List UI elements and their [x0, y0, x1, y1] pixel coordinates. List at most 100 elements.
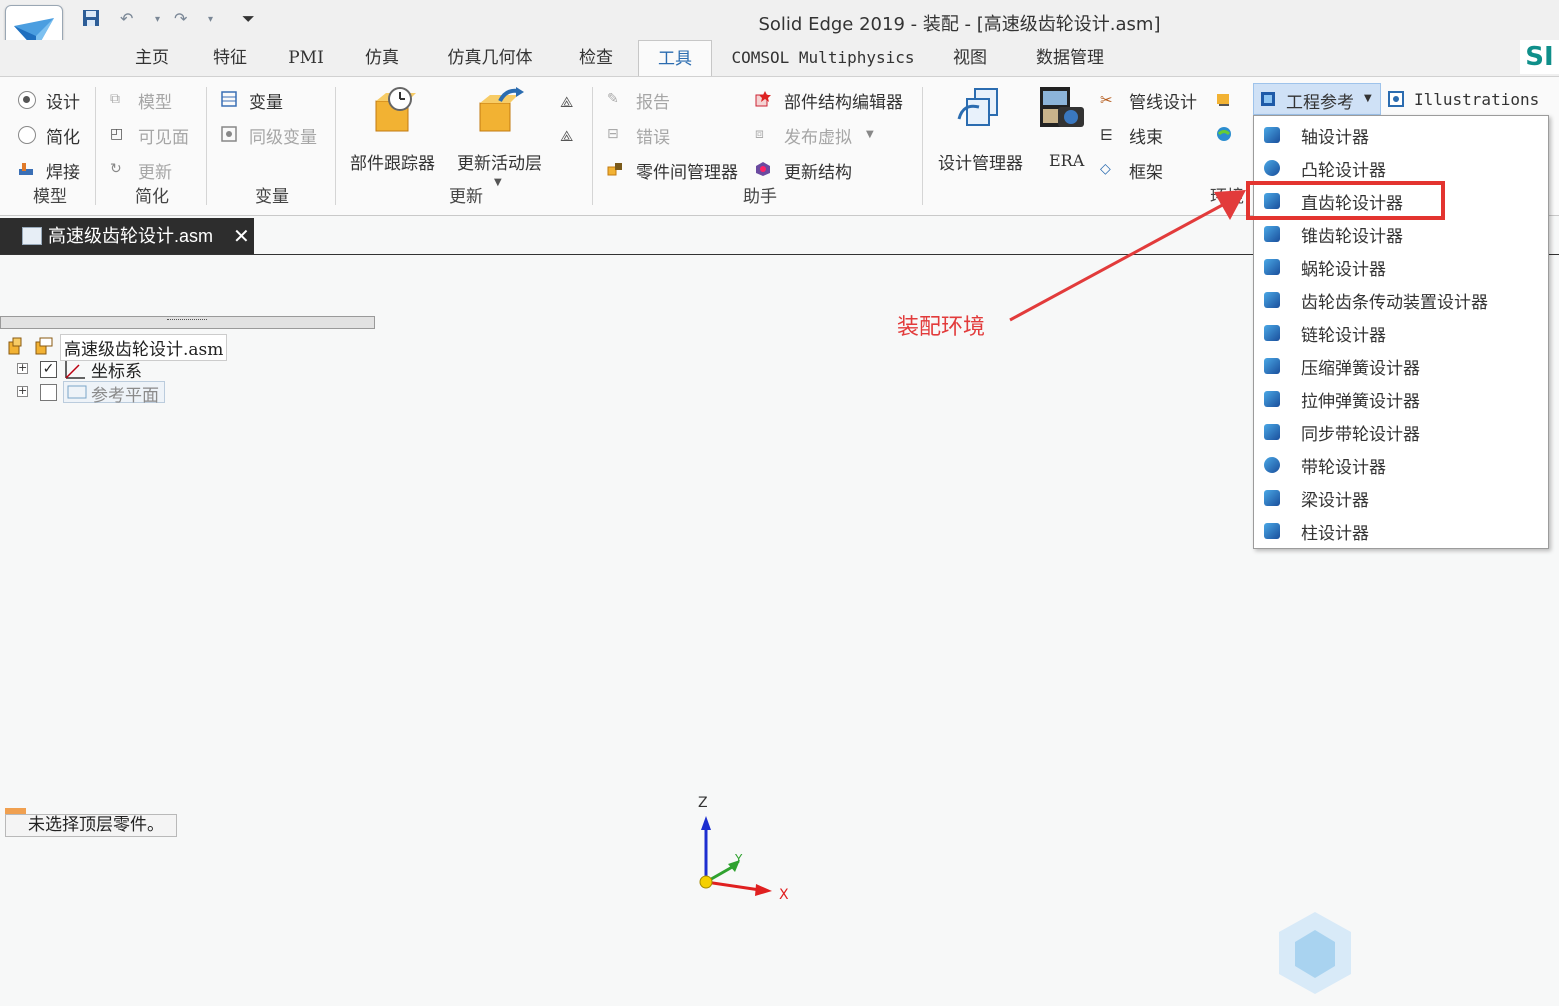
report-icon: ✎ — [607, 91, 619, 107]
menu-item-bevel-gear-designer[interactable]: 锥齿轮设计器 — [1254, 217, 1548, 250]
era-button[interactable]: ERA — [1049, 151, 1084, 170]
inter-part-manager-button[interactable]: 零件间管理器 — [636, 158, 738, 183]
extension-spring-designer-icon — [1264, 391, 1280, 407]
tab-inspect[interactable]: 检查 — [566, 40, 626, 76]
tab-pmi[interactable]: PMI — [278, 40, 334, 76]
pulley-designer-icon — [1264, 457, 1280, 473]
separator — [592, 87, 593, 205]
update-icon: ↻ — [110, 161, 122, 177]
separator — [95, 87, 96, 205]
peer-variables-button[interactable]: 同级变量 — [249, 123, 317, 148]
tab-sim-geometry[interactable]: 仿真几何体 — [430, 40, 550, 76]
save-icon[interactable] — [82, 9, 100, 31]
group-label-assistant: 助手 — [743, 187, 777, 207]
tab-data-management[interactable]: 数据管理 — [1024, 40, 1116, 76]
menu-item-chain-wheel-designer[interactable]: 链轮设计器 — [1254, 316, 1548, 349]
tab-home[interactable]: 主页 — [122, 40, 182, 76]
shaft-designer-icon — [1264, 127, 1280, 143]
menu-item-pulley-designer[interactable]: 带轮设计器 — [1254, 448, 1548, 481]
chain-wheel-designer-icon — [1264, 325, 1280, 341]
chevron-down-icon[interactable]: ▼ — [494, 177, 502, 188]
piping-button[interactable]: 管线设计 — [1129, 88, 1197, 113]
env-small-icon[interactable] — [1216, 91, 1232, 107]
expand-icon[interactable]: + — [17, 385, 28, 397]
report-button[interactable]: 报告 — [636, 88, 670, 113]
expand-icon[interactable]: + — [17, 362, 28, 374]
simplify-label[interactable]: 简化 — [46, 123, 80, 148]
ribbon-tabs: 主页 特征 PMI 仿真 仿真几何体 检查 工具 COMSOL Multiphy… — [0, 40, 1559, 76]
simplify-update-button[interactable]: 更新 — [138, 158, 172, 183]
menu-item-column-designer[interactable]: 柱设计器 — [1254, 514, 1548, 547]
tab-comsol[interactable]: COMSOL Multiphysics — [726, 40, 920, 76]
variables-button[interactable]: 变量 — [249, 88, 283, 113]
design-label[interactable]: 设计 — [46, 88, 80, 113]
pane-splitter[interactable] — [0, 316, 375, 329]
annotation-arrow — [1009, 190, 1246, 322]
undo-icon[interactable]: ↶ — [120, 9, 133, 28]
reference-planes-checkbox[interactable] — [40, 384, 57, 401]
design-radio[interactable] — [18, 91, 36, 109]
triad-y-label: Y — [734, 852, 743, 866]
tab-simulation[interactable]: 仿真 — [352, 40, 412, 76]
menu-item-worm-gear-designer[interactable]: 蜗轮设计器 — [1254, 250, 1548, 283]
simplify-radio[interactable] — [18, 126, 36, 144]
cam-designer-icon — [1264, 160, 1280, 176]
update-active-layer-button[interactable]: 更新活动层 — [457, 149, 542, 174]
illustrations-button[interactable]: Illustrations — [1414, 90, 1539, 109]
inter-part-manager-icon — [607, 161, 623, 177]
env-globe-icon[interactable] — [1216, 126, 1232, 142]
menu-item-compression-spring-designer[interactable]: 压缩弹簧设计器 — [1254, 349, 1548, 382]
update-small-icon[interactable]: ⟁ — [560, 93, 576, 111]
assembly-file-icon — [22, 227, 42, 245]
menu-item-rack-pinion-designer[interactable]: 齿轮齿条传动装置设计器 — [1254, 283, 1548, 316]
menu-item-shaft-designer[interactable]: 轴设计器 — [1254, 118, 1548, 151]
group-label-update: 更新 — [449, 187, 483, 207]
worm-gear-designer-icon — [1264, 259, 1280, 275]
menu-item-extension-spring-designer[interactable]: 拉伸弹簧设计器 — [1254, 382, 1548, 415]
visible-faces-icon: ◰ — [110, 126, 124, 142]
bevel-gear-designer-icon — [1264, 226, 1280, 242]
tab-view[interactable]: 视图 — [940, 40, 1000, 76]
menu-item-beam-designer[interactable]: 梁设计器 — [1254, 481, 1548, 514]
menu-item-cam-designer[interactable]: 凸轮设计器 — [1254, 151, 1548, 184]
reference-plane-icon — [67, 385, 87, 399]
separator — [922, 87, 923, 205]
menu-item-timing-pulley-designer[interactable]: 同步带轮设计器 — [1254, 415, 1548, 448]
redo-dropdown-icon[interactable]: ▾ — [208, 14, 213, 25]
tree-item-label: 参考平面 — [91, 386, 159, 406]
piping-icon: ✂ — [1100, 91, 1113, 109]
publish-virtual-button[interactable]: 发布虚拟 — [784, 123, 852, 148]
update-all-icon[interactable]: ⟁ — [560, 127, 576, 145]
triad-z-label: Z — [698, 795, 708, 811]
separator — [335, 87, 336, 205]
weld-button[interactable]: 焊接 — [46, 158, 80, 183]
undo-dropdown-icon[interactable]: ▾ — [155, 14, 160, 25]
errors-icon: ⊟ — [607, 126, 619, 142]
group-label-variables: 变量 — [255, 187, 289, 207]
harness-icon: ⋿ — [1100, 126, 1114, 144]
part-tracker-button[interactable]: 部件跟踪器 — [350, 149, 435, 174]
compression-spring-designer-icon — [1264, 358, 1280, 374]
engineering-reference-button[interactable]: 工程参考 ▼ — [1253, 83, 1381, 115]
harness-button[interactable]: 线束 — [1129, 123, 1163, 148]
coordinate-system-checkbox[interactable]: ✓ — [40, 361, 57, 378]
document-tab[interactable]: 高速级齿轮设计.asm ✕ — [0, 218, 254, 254]
tree-item-label: 坐标系 — [91, 362, 142, 382]
tab-features[interactable]: 特征 — [200, 40, 260, 76]
weld-icon — [18, 161, 34, 177]
design-manager-icon — [955, 85, 1007, 139]
document-tab-label: 高速级齿轮设计.asm — [48, 226, 214, 246]
rack-pinion-designer-icon — [1264, 292, 1280, 308]
engineering-reference-icon — [1260, 91, 1276, 107]
chevron-down-icon[interactable]: ▼ — [866, 129, 874, 140]
simplify-model-button[interactable]: 模型 — [138, 88, 172, 113]
structure-editor-button[interactable]: 部件结构编辑器 — [784, 88, 903, 113]
close-icon[interactable]: ✕ — [233, 218, 250, 254]
visible-faces-button[interactable]: 可见面 — [138, 123, 189, 148]
tree-root-label: 高速级齿轮设计.asm — [60, 334, 228, 361]
tab-tools[interactable]: 工具 — [638, 40, 712, 76]
customize-toolbar-icon[interactable]: ⏷ — [242, 9, 255, 29]
update-structure-button[interactable]: 更新结构 — [784, 158, 852, 183]
redo-icon[interactable]: ↷ — [174, 9, 187, 28]
errors-button[interactable]: 错误 — [636, 123, 670, 148]
